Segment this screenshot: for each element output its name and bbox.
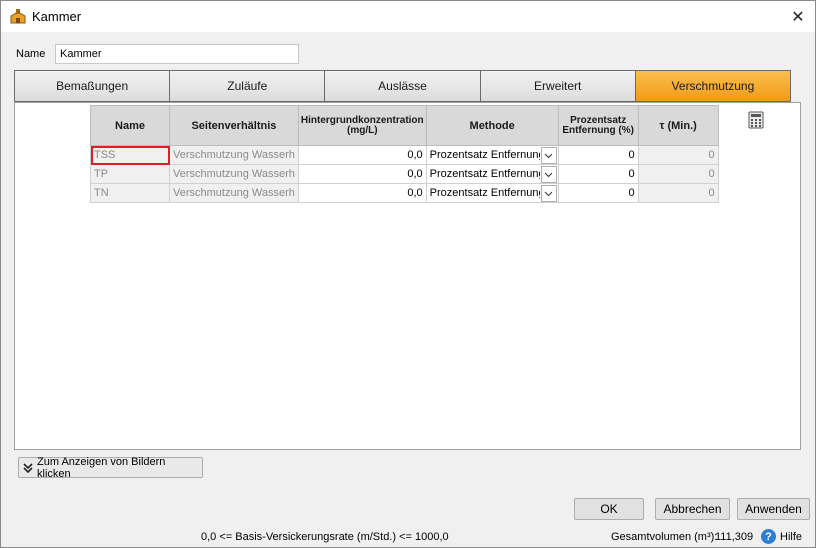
help-icon[interactable]: ? <box>761 529 776 544</box>
row-methode-dropdown[interactable]: Prozentsatz Entfernung <box>425 145 559 165</box>
apply-button[interactable]: Anwenden <box>737 498 810 520</box>
infiltration-range-hint: 0,0 <= Basis-Versickerungsrate (m/Std.) … <box>201 531 449 543</box>
row-hintergrund-cell[interactable]: 0,0 <box>297 164 427 184</box>
tab-zulaeufe[interactable]: Zuläufe <box>170 71 326 101</box>
tab-bemassungen[interactable]: Bemaßungen <box>15 71 171 101</box>
column-header-seitenverhaeltnis[interactable]: Seitenverhältnis <box>169 105 299 146</box>
table-row: TN Verschmutzung Wasserh 0,0 Prozentsatz… <box>90 183 719 203</box>
table-row: TSS Verschmutzung Wasserh 0,0 Prozentsat… <box>90 145 719 165</box>
row-methode-value: Prozentsatz Entfernung <box>429 168 540 180</box>
help-link[interactable]: Hilfe <box>780 531 802 543</box>
dialog-window: Kammer ✕ Name Bemaßungen Zuläufe Ausläss… <box>0 0 816 548</box>
column-header-hintergrund[interactable]: Hintergrundkonzentration (mg/L) <box>297 105 427 146</box>
grid-header-row: Name Seitenverhältnis Hintergrundkonzent… <box>90 105 719 146</box>
column-header-prozentsatz[interactable]: Prozentsatz Entfernung (%) <box>557 105 639 146</box>
chevron-down-icon[interactable] <box>540 147 557 164</box>
row-name-cell[interactable]: TSS <box>90 145 170 165</box>
row-tau-cell[interactable]: 0 <box>637 145 719 165</box>
row-prozentsatz-cell[interactable]: 0 <box>557 183 639 203</box>
table-row: TP Verschmutzung Wasserh 0,0 Prozentsatz… <box>90 164 719 184</box>
tab-erweitert[interactable]: Erweitert <box>480 71 636 101</box>
ok-button[interactable]: OK <box>574 498 644 520</box>
row-name-cell[interactable]: TP <box>90 164 170 184</box>
total-volume-label: Gesamtvolumen (m³): <box>611 531 718 543</box>
column-header-tau[interactable]: τ (Min.) <box>637 105 719 146</box>
row-methode-dropdown[interactable]: Prozentsatz Entfernung <box>425 183 559 203</box>
show-images-label: Zum Anzeigen von Bildern klicken <box>37 455 166 480</box>
cancel-button[interactable]: Abbrechen <box>655 498 730 520</box>
name-label: Name <box>16 48 46 60</box>
name-field[interactable] <box>55 44 299 64</box>
chevron-down-icon[interactable] <box>540 166 557 183</box>
double-chevron-down-icon <box>22 462 34 474</box>
show-images-button[interactable]: Zum Anzeigen von Bildern klicken <box>18 455 203 480</box>
title-bar: Kammer ✕ <box>1 1 815 32</box>
row-prozentsatz-cell[interactable]: 0 <box>557 145 639 165</box>
row-hintergrund-cell[interactable]: 0,0 <box>297 145 427 165</box>
tab-auslaesse[interactable]: Auslässe <box>325 71 481 101</box>
pollution-panel: Name Seitenverhältnis Hintergrundkonzent… <box>14 102 801 450</box>
row-methode-value: Prozentsatz Entfernung <box>429 187 540 199</box>
building-icon <box>10 8 26 24</box>
row-prozentsatz-cell[interactable]: 0 <box>557 164 639 184</box>
row-tau-cell[interactable]: 0 <box>637 183 719 203</box>
chevron-down-icon[interactable] <box>540 185 557 202</box>
pollutant-grid: Name Seitenverhältnis Hintergrundkonzent… <box>90 105 719 203</box>
row-seitenverhaeltnis-cell[interactable]: Verschmutzung Wasserh <box>169 183 299 203</box>
total-volume-value: 111,309 <box>715 531 754 543</box>
close-button[interactable]: ✕ <box>781 1 815 32</box>
row-seitenverhaeltnis-cell[interactable]: Verschmutzung Wasserh <box>169 145 299 165</box>
row-tau-cell[interactable]: 0 <box>637 164 719 184</box>
row-seitenverhaeltnis-cell[interactable]: Verschmutzung Wasserh <box>169 164 299 184</box>
column-header-name[interactable]: Name <box>90 105 170 146</box>
column-header-methode[interactable]: Methode <box>425 105 559 146</box>
row-methode-value: Prozentsatz Entfernung <box>429 149 540 161</box>
row-hintergrund-cell[interactable]: 0,0 <box>297 183 427 203</box>
calculator-icon[interactable] <box>748 111 764 129</box>
row-name-cell[interactable]: TN <box>90 183 170 203</box>
tab-bar: Bemaßungen Zuläufe Auslässe Erweitert Ve… <box>14 70 791 102</box>
window-title: Kammer <box>32 9 82 24</box>
tab-verschmutzung[interactable]: Verschmutzung <box>635 71 791 101</box>
row-methode-dropdown[interactable]: Prozentsatz Entfernung <box>425 164 559 184</box>
